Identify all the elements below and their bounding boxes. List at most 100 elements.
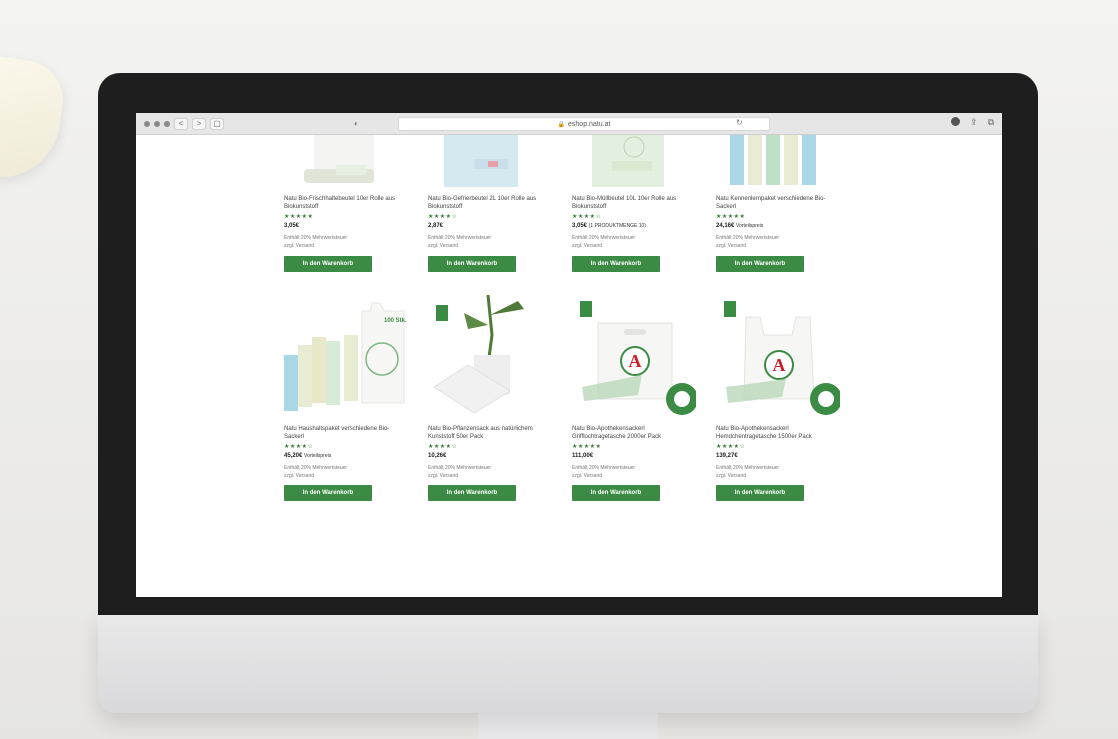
- reload-icon[interactable]: ↻: [736, 118, 743, 127]
- next-row-hint: [136, 577, 1002, 597]
- screen: < > ▢ ◐ 🔒 eshop.natu.at ↻ ⇪ ⧉ Natu Bio-F…: [136, 113, 1002, 597]
- shop-page: Natu Bio-Frischhaltebeutel 10er Rolle au…: [136, 135, 1002, 597]
- tax-note: Enthält 20% Mehrwertsteuer: [428, 465, 492, 471]
- product-title[interactable]: Natu Kennenlernpaket verschiedene Bio-Sa…: [716, 195, 840, 211]
- price-value: 3,05€: [284, 223, 300, 229]
- product-price: 24,16€ Vorteilspreis: [716, 223, 763, 229]
- shipping-note: zzgl. Versand: [284, 473, 315, 479]
- lock-icon: 🔒: [557, 121, 566, 128]
- add-to-cart-button[interactable]: In den Warenkorb: [428, 256, 516, 272]
- monitor-stand: [478, 713, 658, 739]
- product-image[interactable]: A: [716, 295, 840, 417]
- toolbar-right: ⇪ ⧉: [951, 117, 994, 128]
- add-to-cart-button[interactable]: In den Warenkorb: [572, 256, 660, 272]
- product-title[interactable]: Natu Bio-Apothekensackerl Hemdchentraget…: [716, 425, 840, 441]
- close-window-button[interactable]: [144, 120, 150, 127]
- rating-stars: ★★★★★: [284, 214, 314, 220]
- shipping-note: zzgl. Versand: [572, 473, 603, 479]
- product-price: 3,05€: [284, 223, 299, 229]
- product-image-art: [284, 302, 405, 411]
- add-to-cart-button[interactable]: In den Warenkorb: [572, 485, 660, 501]
- sidebar-icon[interactable]: ▢: [210, 117, 224, 130]
- product-price: 111,00€: [572, 453, 593, 459]
- tax-note: Enthält 20% Mehrwertsteuer: [716, 235, 780, 241]
- rating-stars: ★★★★☆: [428, 214, 458, 220]
- tax-note: Enthält 20% Mehrwertsteuer: [716, 465, 780, 471]
- product-price: 139,27€: [716, 453, 738, 459]
- download-icon[interactable]: [951, 117, 961, 126]
- product-image[interactable]: [428, 135, 552, 199]
- rating-stars: ★★★★☆: [284, 444, 314, 450]
- product-price: 2,87€: [428, 223, 443, 229]
- rating-stars: ★★★★☆: [572, 214, 602, 220]
- price-value: 24,16€: [716, 223, 735, 229]
- tax-note: Enthält 20% Mehrwertsteuer: [284, 235, 348, 241]
- rating-stars: ★★★★★: [716, 214, 746, 220]
- product-title[interactable]: Natu Bio-Gefrierbeutel 2L 10er Rolle aus…: [428, 195, 552, 211]
- shield-icon[interactable]: ◐: [354, 119, 359, 128]
- product-image[interactable]: [284, 295, 408, 417]
- add-to-cart-button[interactable]: In den Warenkorb: [428, 485, 516, 501]
- browser-toolbar: < > ▢ ◐ 🔒 eshop.natu.at ↻ ⇪ ⧉: [136, 113, 1002, 135]
- product-image-art: [444, 135, 518, 187]
- minimize-window-button[interactable]: [154, 120, 160, 127]
- forward-button[interactable]: >: [192, 117, 206, 130]
- address-bar[interactable]: 🔒 eshop.natu.at: [398, 117, 770, 131]
- product-image-art: A: [724, 301, 840, 415]
- imac-monitor: < > ▢ ◐ 🔒 eshop.natu.at ↻ ⇪ ⧉ Natu Bio-F…: [98, 73, 1038, 739]
- shipping-note: zzgl. Versand: [572, 243, 603, 249]
- add-to-cart-button[interactable]: In den Warenkorb: [716, 485, 804, 501]
- price-value: 3,05€: [572, 223, 588, 229]
- tax-note: Enthält 20% Mehrwertsteuer: [572, 465, 636, 471]
- product-image[interactable]: [572, 135, 696, 199]
- product-image-art: [592, 135, 664, 187]
- back-button[interactable]: <: [174, 117, 188, 130]
- add-to-cart-button[interactable]: In den Warenkorb: [716, 256, 804, 272]
- add-to-cart-button[interactable]: In den Warenkorb: [284, 256, 372, 272]
- product-price: 45,20€ Vorteilspreis: [284, 453, 331, 459]
- product-title[interactable]: Natu Bio-Müllbeutel 10L 10er Rolle aus B…: [572, 195, 696, 211]
- tax-note: Enthält 20% Mehrwertsteuer: [572, 235, 636, 241]
- product-title[interactable]: Natu Bio-Pflanzensack aus natürlichem Ku…: [428, 425, 552, 441]
- url-text: eshop.natu.at: [568, 120, 611, 128]
- price-value: 45,20€: [284, 453, 303, 459]
- product-image-art: [433, 295, 524, 414]
- rating-stars: ★★★★☆: [428, 444, 458, 450]
- rating-stars: ★★★★☆: [716, 444, 746, 450]
- product-image[interactable]: [716, 135, 840, 199]
- monitor-chin: [98, 615, 1038, 713]
- add-to-cart-button[interactable]: In den Warenkorb: [284, 485, 372, 501]
- product-price: 10,26€: [428, 453, 446, 459]
- share-icon[interactable]: ⇪: [970, 117, 978, 128]
- product-price: 3,05€ (1 PRODUKTMENGE 10): [572, 223, 646, 229]
- product-title[interactable]: Natu Bio-Apothekensackerl Grifflochtrage…: [572, 425, 696, 441]
- tax-note: Enthält 20% Mehrwertsteuer: [428, 235, 492, 241]
- zoom-window-button[interactable]: [164, 120, 170, 127]
- svg-text:A: A: [629, 351, 642, 371]
- product-image[interactable]: A: [572, 295, 696, 417]
- price-value: 2,87€: [428, 223, 444, 229]
- product-image-art: A: [580, 301, 696, 415]
- price-note: Vorteilspreis: [304, 453, 332, 459]
- price-value: 139,27€: [716, 453, 738, 459]
- rating-stars: ★★★★★: [572, 444, 602, 450]
- shipping-note: zzgl. Versand: [428, 243, 459, 249]
- price-value: 111,00€: [572, 453, 594, 459]
- shipping-note: zzgl. Versand: [284, 243, 315, 249]
- product-title[interactable]: Natu Bio-Frischhaltebeutel 10er Rolle au…: [284, 195, 408, 211]
- price-note: Vorteilspreis: [736, 223, 764, 229]
- shipping-note: zzgl. Versand: [716, 243, 747, 249]
- quantity-badge: 100 Stk.: [384, 318, 407, 324]
- product-image-art: [304, 135, 374, 183]
- product-image[interactable]: [284, 135, 408, 199]
- product-title[interactable]: Natu Haushaltspaket verschiedene Bio-Sac…: [284, 425, 408, 441]
- price-value: 10,26€: [428, 453, 447, 459]
- shipping-note: zzgl. Versand: [428, 473, 459, 479]
- tabs-icon[interactable]: ⧉: [988, 117, 994, 128]
- paper-curl: [0, 55, 68, 185]
- svg-text:A: A: [773, 355, 786, 375]
- product-image[interactable]: [428, 295, 552, 417]
- price-note: (1 PRODUKTMENGE 10): [588, 223, 646, 229]
- tax-note: Enthält 20% Mehrwertsteuer: [284, 465, 348, 471]
- window-controls: [144, 120, 170, 127]
